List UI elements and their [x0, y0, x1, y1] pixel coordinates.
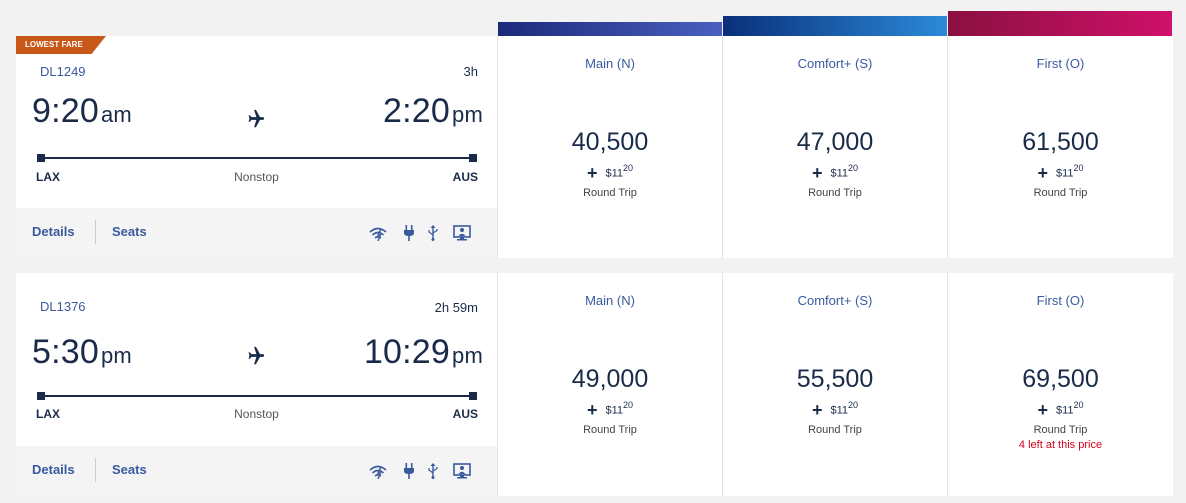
fare-cell-first[interactable]: First (O) 61,500 + $1120 Round Trip	[947, 36, 1173, 258]
route-line	[40, 157, 474, 159]
comfort-cabin-tab-bar	[723, 16, 947, 36]
seats-link[interactable]: Seats	[112, 462, 147, 477]
airplane-icon	[248, 109, 265, 128]
trip-type: Round Trip	[808, 187, 862, 199]
flight-duration: 2h 59m	[434, 300, 478, 315]
fare-cell-main[interactable]: Main (N) 40,500 + $1120 Round Trip	[497, 36, 722, 258]
fare-cell-main[interactable]: Main (N) 49,000 + $1120 Round Trip	[497, 273, 722, 496]
taxes-fees: + $1120	[1037, 400, 1084, 420]
cabin-label: First (O)	[1036, 56, 1085, 71]
fare-cell-comfort[interactable]: Comfort+ (S) 47,000 + $1120 Round Trip	[722, 36, 947, 258]
seats-remaining-alert: 4 left at this price	[1018, 439, 1103, 451]
lowest-fare-badge: LOWEST FARE	[16, 36, 106, 54]
fare-cell-comfort[interactable]: Comfort+ (S) 55,500 + $1120 Round Trip	[722, 273, 947, 496]
wifi-icon[interactable]	[368, 463, 388, 479]
cabin-label: Main (N)	[585, 293, 635, 308]
miles-price: 49,000	[571, 365, 649, 393]
cabin-label: First (O)	[1036, 293, 1085, 308]
stops-label: Nonstop	[234, 407, 279, 421]
destination-dot	[469, 392, 477, 400]
miles-price: 40,500	[571, 128, 649, 156]
destination-airport: AUS	[452, 407, 478, 421]
miles-price: 69,500	[1022, 365, 1099, 393]
fare-cell-first[interactable]: First (O) 69,500 + $1120 Round Trip 4 lef…	[947, 273, 1173, 496]
taxes-fees: + $1120	[586, 400, 634, 420]
flight-duration: 3h	[463, 64, 478, 79]
details-link[interactable]: Details	[32, 224, 75, 239]
usb-icon[interactable]	[426, 463, 440, 479]
power-outlet-icon[interactable]	[402, 225, 416, 241]
trip-type: Round Trip	[1033, 424, 1088, 436]
seats-link[interactable]: Seats	[112, 224, 147, 239]
origin-dot	[37, 392, 45, 400]
airplane-icon	[248, 346, 265, 365]
cabin-label: Comfort+ (S)	[797, 293, 873, 308]
flight-number[interactable]: DL1376	[40, 299, 86, 314]
flight-card: DL1376 2h 59m 5:30pm 10:29pm LAX Nonstop…	[16, 273, 1173, 496]
taxes-fees: + $1120	[811, 163, 859, 183]
flight-summary: DL1249 3h 9:20am 2:20pm LAX Nonstop AUS …	[16, 36, 497, 258]
departure-time: 5:30pm	[32, 333, 132, 371]
details-link[interactable]: Details	[32, 462, 75, 477]
arrival-time: 2:20pm	[383, 92, 483, 130]
trip-type: Round Trip	[583, 424, 637, 436]
flight-card-footer: Details Seats	[16, 208, 497, 258]
origin-dot	[37, 154, 45, 162]
miles-price: 55,500	[796, 365, 874, 393]
miles-price: 47,000	[796, 128, 874, 156]
taxes-fees: + $1120	[811, 400, 859, 420]
first-cabin-tab-bar	[948, 11, 1172, 36]
flight-card-footer: Details Seats	[16, 446, 497, 496]
destination-airport: AUS	[452, 170, 478, 184]
divider	[95, 220, 96, 244]
departure-time: 9:20am	[32, 92, 132, 130]
divider	[95, 458, 96, 482]
taxes-fees: + $1120	[1037, 163, 1084, 183]
cabin-label: Main (N)	[585, 56, 635, 71]
route-line	[40, 395, 474, 397]
arrival-time: 10:29pm	[363, 333, 483, 371]
trip-type: Round Trip	[808, 424, 862, 436]
trip-type: Round Trip	[1033, 187, 1088, 199]
flight-card: DL1249 3h 9:20am 2:20pm LAX Nonstop AUS …	[16, 36, 1173, 258]
usb-icon[interactable]	[426, 225, 440, 241]
entertainment-screen-icon[interactable]	[452, 225, 472, 241]
destination-dot	[469, 154, 477, 162]
stops-label: Nonstop	[234, 170, 279, 184]
taxes-fees: + $1120	[586, 163, 634, 183]
entertainment-screen-icon[interactable]	[452, 463, 472, 479]
wifi-icon[interactable]	[368, 225, 388, 241]
main-cabin-tab-bar	[498, 22, 722, 36]
trip-type: Round Trip	[583, 187, 637, 199]
miles-price: 61,500	[1022, 128, 1099, 156]
power-outlet-icon[interactable]	[402, 463, 416, 479]
cabin-label: Comfort+ (S)	[797, 56, 873, 71]
flight-number[interactable]: DL1249	[40, 64, 86, 79]
flight-summary: DL1376 2h 59m 5:30pm 10:29pm LAX Nonstop…	[16, 273, 497, 496]
